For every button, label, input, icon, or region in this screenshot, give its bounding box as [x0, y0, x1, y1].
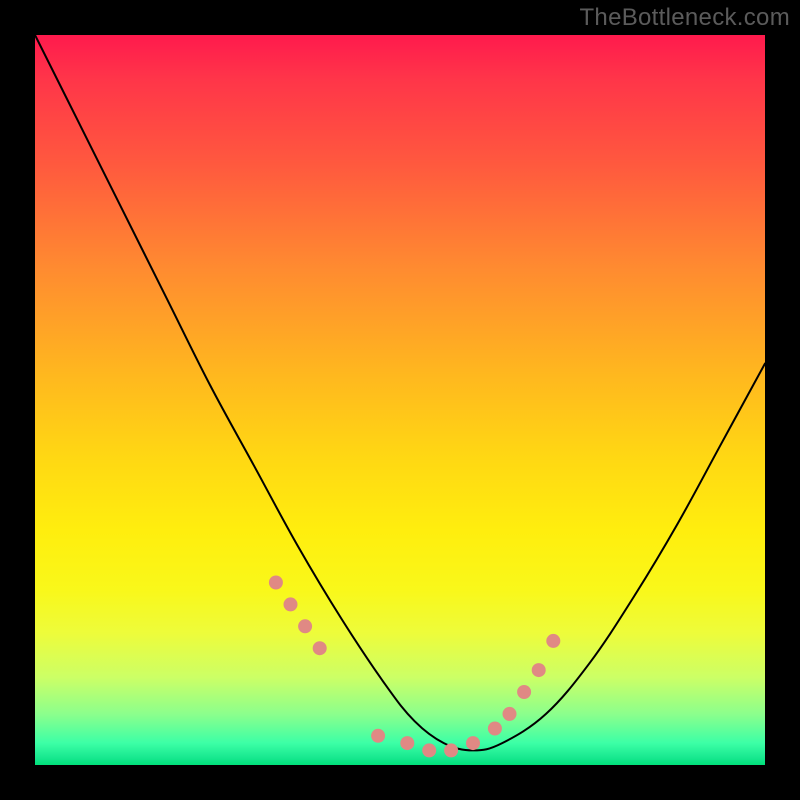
chart-svg: [35, 35, 765, 765]
highlight-dot: [269, 576, 283, 590]
highlight-dot: [466, 736, 480, 750]
highlight-dot: [371, 729, 385, 743]
highlight-dot: [517, 685, 531, 699]
highlight-dot: [284, 597, 298, 611]
highlight-dot: [400, 736, 414, 750]
highlight-dot: [444, 743, 458, 757]
highlight-dot: [532, 663, 546, 677]
highlight-dot: [546, 634, 560, 648]
highlight-dot: [422, 743, 436, 757]
chart-frame: TheBottleneck.com: [0, 0, 800, 800]
bottleneck-curve-path: [35, 35, 765, 750]
plot-area: [35, 35, 765, 765]
highlight-dot: [313, 641, 327, 655]
highlight-dot: [503, 707, 517, 721]
watermark-text: TheBottleneck.com: [579, 4, 790, 32]
highlight-dot: [488, 722, 502, 736]
highlight-dot: [298, 619, 312, 633]
highlight-dots-group: [269, 576, 560, 758]
